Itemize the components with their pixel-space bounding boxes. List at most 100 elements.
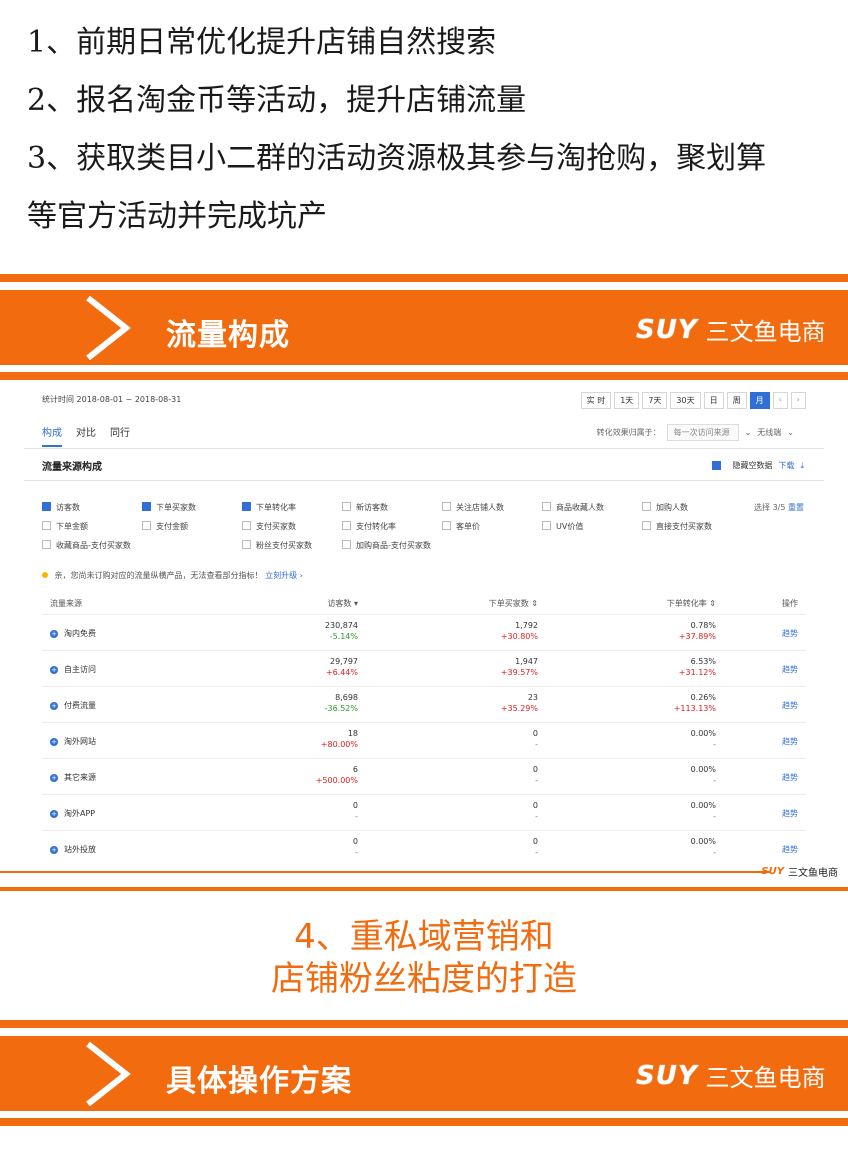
cell-delta: +35.29%: [500, 704, 538, 713]
metric-option[interactable]: 直接支付买家数: [642, 521, 742, 532]
metric-label: 访客数: [56, 503, 80, 512]
time-button[interactable]: 30天: [670, 392, 701, 409]
time-button[interactable]: 实 时: [580, 392, 612, 409]
download-icon[interactable]: ⤓: [800, 461, 804, 471]
metric-checkbox[interactable]: [142, 521, 151, 530]
row-source[interactable]: + 站外投放: [50, 844, 96, 855]
metric-option[interactable]: 下单金额: [42, 521, 142, 532]
metric-checkbox[interactable]: [342, 502, 351, 511]
tab-0[interactable]: 构成: [42, 424, 62, 447]
intro-line-1: 1、前期日常优化提升店铺自然搜索: [27, 25, 497, 60]
cell-visitors: 0-: [353, 836, 358, 858]
expand-plus-icon[interactable]: +: [50, 738, 58, 746]
reset-link[interactable]: 重置: [788, 503, 804, 512]
metric-checkbox[interactable]: [242, 521, 251, 530]
metric-option[interactable]: 粉丝支付买家数: [242, 540, 342, 551]
cell-value: 1,947: [515, 657, 538, 666]
trend-link[interactable]: 趋势: [782, 664, 798, 675]
metric-checkbox[interactable]: [242, 540, 251, 549]
trend-link[interactable]: 趋势: [782, 736, 798, 747]
metric-label: 加购人数: [656, 503, 688, 512]
metric-option[interactable]: UV价值: [542, 521, 642, 532]
metric-checkbox[interactable]: [642, 521, 651, 530]
cell-rate: 6.53% +31.12%: [679, 656, 716, 678]
metric-checkbox[interactable]: [342, 521, 351, 530]
metric-option[interactable]: 加购人数: [642, 502, 742, 513]
cell-rate: 0.00% -: [691, 728, 716, 750]
trend-link[interactable]: 趋势: [782, 628, 798, 639]
time-button[interactable]: 月: [749, 392, 770, 409]
metric-label: UV价值: [556, 522, 584, 531]
col-buyers[interactable]: 下单买家数 ⇕: [489, 598, 538, 609]
metric-checkbox[interactable]: [442, 521, 451, 530]
next-arrow-icon[interactable]: ›: [790, 392, 806, 409]
time-button[interactable]: 周: [726, 392, 747, 409]
trend-link[interactable]: 趋势: [782, 844, 798, 855]
metric-checkbox[interactable]: [242, 502, 251, 511]
expand-plus-icon[interactable]: +: [50, 774, 58, 782]
col-visitors[interactable]: 访客数 ▾: [327, 598, 358, 609]
time-button[interactable]: 1天: [614, 392, 640, 409]
row-source-label: 自主访问: [64, 665, 96, 674]
row-source[interactable]: + 淘内免费: [50, 628, 96, 639]
metric-option[interactable]: 支付金额: [142, 521, 242, 532]
metric-option[interactable]: 新访客数: [342, 502, 442, 513]
chevron-down-icon: ⌄: [744, 428, 752, 437]
cell-rate: 0.00% -: [691, 764, 716, 786]
metric-checkbox[interactable]: [542, 502, 551, 511]
metric-label: 客单价: [456, 522, 480, 531]
row-source[interactable]: + 其它来源: [50, 772, 96, 783]
col-rate[interactable]: 下单转化率 ⇕: [667, 598, 716, 609]
cell-buyers: 1,947 +39.57%: [501, 656, 538, 678]
metric-label: 商品收藏人数: [556, 503, 604, 512]
metric-checkbox[interactable]: [142, 502, 151, 511]
metric-option[interactable]: 商品收藏人数: [542, 502, 642, 513]
metric-checkbox[interactable]: [642, 502, 651, 511]
metric-option[interactable]: 关注店铺人数: [442, 502, 542, 513]
row-source[interactable]: + 淘外网站: [50, 736, 96, 747]
intro-line-3: 3、获取类目小二群的活动资源极其参与淘抢购，聚划算: [27, 141, 767, 176]
trend-link[interactable]: 趋势: [782, 772, 798, 783]
cell-value: 29,797: [330, 657, 358, 666]
footer-line: [0, 871, 770, 873]
upgrade-link[interactable]: 立刻升级 ›: [265, 571, 303, 580]
wireless-select[interactable]: 无线端: [757, 427, 781, 438]
footer-logo: SUY 三文鱼电商: [761, 864, 838, 879]
time-button[interactable]: 日: [703, 392, 724, 409]
metric-option[interactable]: 加购商品-支付买家数: [342, 540, 442, 551]
metric-checkbox[interactable]: [342, 540, 351, 549]
download-link[interactable]: 下载: [778, 460, 794, 471]
metric-option[interactable]: 客单价: [442, 521, 542, 532]
prev-arrow-icon[interactable]: ‹: [772, 392, 788, 409]
metric-option[interactable]: 下单转化率: [242, 502, 342, 513]
metric-checkbox[interactable]: [542, 521, 551, 530]
metric-checkbox[interactable]: [442, 502, 451, 511]
row-source[interactable]: + 付费流量: [50, 700, 96, 711]
metric-checkbox[interactable]: [42, 502, 51, 511]
tab-1[interactable]: 对比: [76, 424, 96, 447]
convert-select[interactable]: 每一次访问来源: [666, 424, 739, 441]
tab-2[interactable]: 同行: [110, 424, 130, 447]
metric-option[interactable]: 访客数: [42, 502, 142, 513]
trend-link[interactable]: 趋势: [782, 700, 798, 711]
expand-plus-icon[interactable]: +: [50, 810, 58, 818]
cell-delta: +31.12%: [678, 668, 716, 677]
row-source[interactable]: + 淘外APP: [50, 808, 95, 819]
expand-plus-icon[interactable]: +: [50, 846, 58, 854]
metric-option[interactable]: 支付买家数: [242, 521, 342, 532]
expand-plus-icon[interactable]: +: [50, 702, 58, 710]
metric-option[interactable]: 支付转化率: [342, 521, 442, 532]
banner-stripe: [0, 274, 848, 282]
metric-checkbox[interactable]: [42, 540, 51, 549]
metric-option[interactable]: 下单买家数: [142, 502, 242, 513]
expand-plus-icon[interactable]: +: [50, 666, 58, 674]
expand-plus-icon[interactable]: +: [50, 630, 58, 638]
time-button[interactable]: 7天: [642, 392, 668, 409]
metric-label: 加购商品-支付买家数: [356, 541, 431, 550]
row-source[interactable]: + 自主访问: [50, 664, 96, 675]
trend-link[interactable]: 趋势: [782, 808, 798, 819]
hide-data-checkbox[interactable]: [712, 461, 722, 470]
logo-text: 三文鱼电商: [705, 318, 826, 346]
metric-checkbox[interactable]: [42, 521, 51, 530]
metric-option[interactable]: 收藏商品-支付买家数: [42, 540, 142, 551]
